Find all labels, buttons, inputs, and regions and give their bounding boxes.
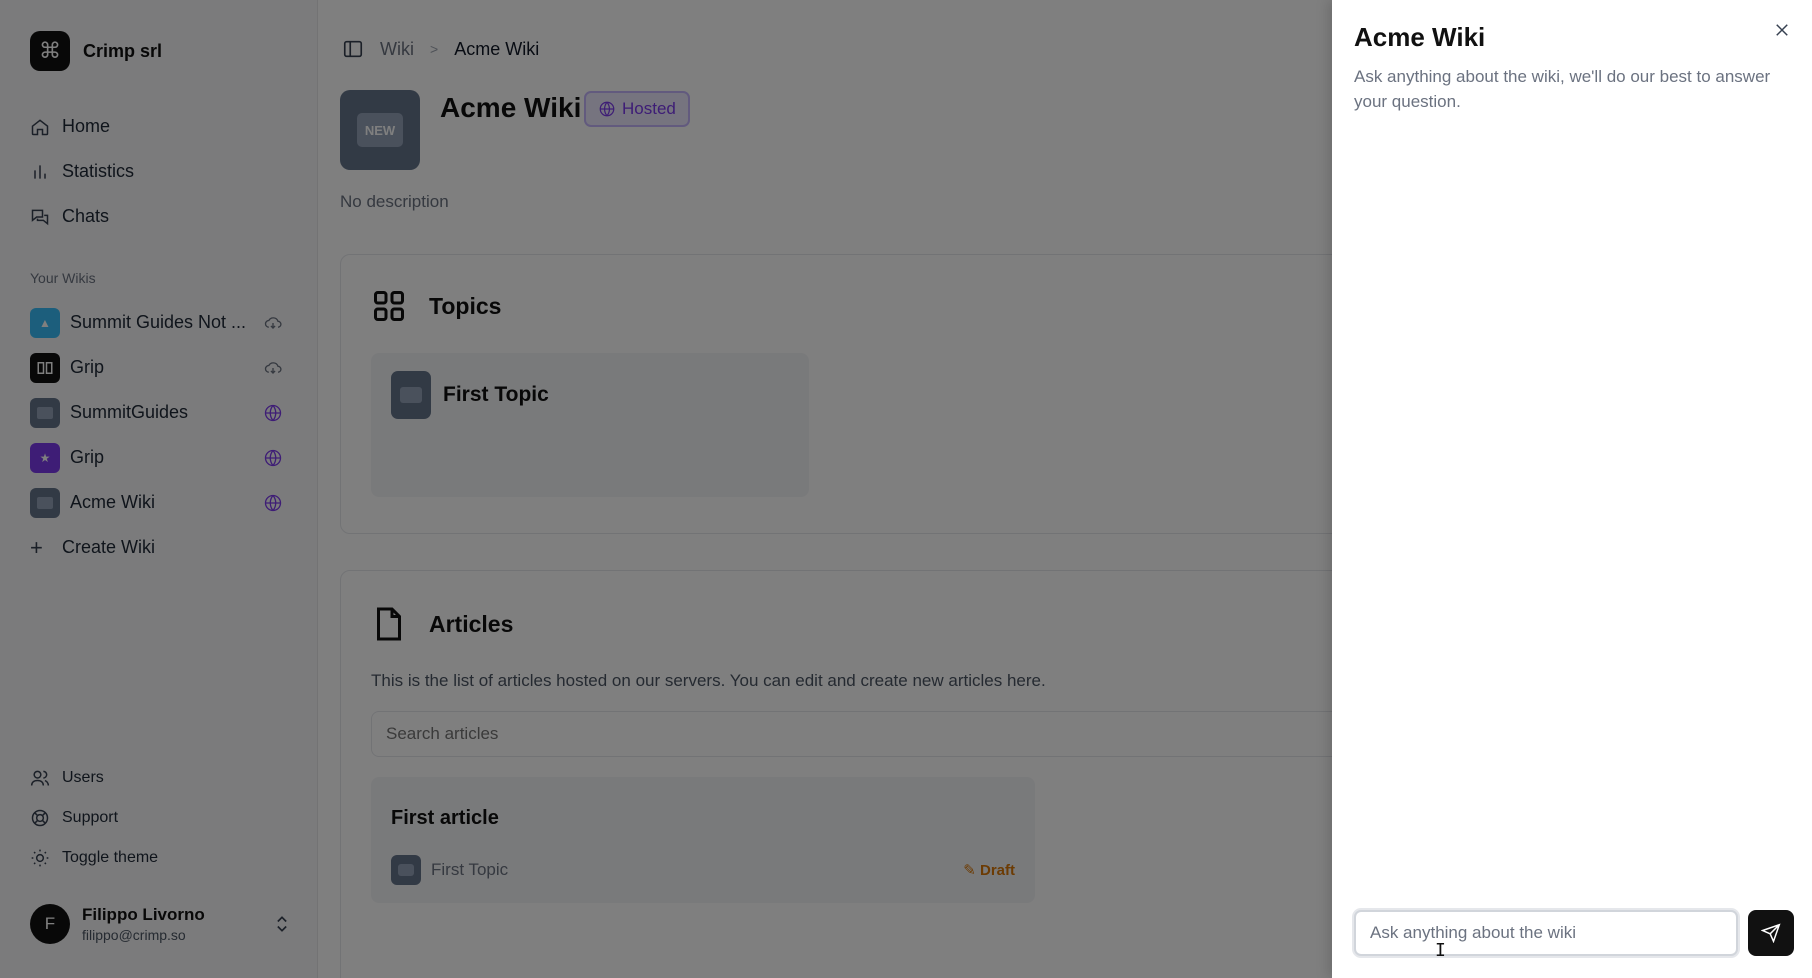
send-icon	[1761, 923, 1781, 943]
text-cursor-icon: I	[1435, 940, 1446, 961]
close-button[interactable]	[1770, 18, 1794, 42]
close-icon	[1776, 24, 1788, 36]
send-button[interactable]	[1748, 910, 1794, 956]
modal-backdrop[interactable]	[0, 0, 1332, 978]
chat-panel-title: Acme Wiki	[1354, 22, 1486, 52]
chat-panel: Acme Wiki Ask anything about the wiki, w…	[1332, 0, 1812, 978]
chat-input[interactable]	[1354, 910, 1738, 956]
chat-panel-subtitle: Ask anything about the wiki, we'll do ou…	[1354, 67, 1771, 111]
